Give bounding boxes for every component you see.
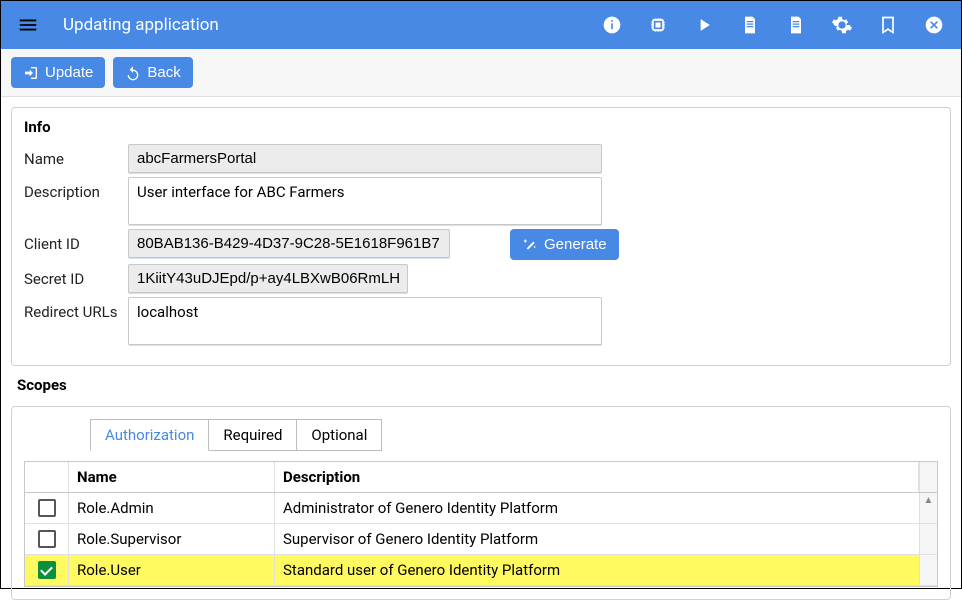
run-button[interactable] — [693, 14, 715, 36]
row-name: Role.Admin — [69, 493, 275, 523]
tab-authorization[interactable]: Authorization — [90, 419, 209, 451]
row-checkbox-cell — [25, 524, 69, 554]
close-button[interactable] — [923, 14, 945, 36]
login-icon — [23, 65, 39, 81]
play-icon — [694, 15, 714, 35]
gear-icon — [831, 14, 853, 36]
bookmark-button[interactable] — [877, 14, 899, 36]
settings-button[interactable] — [831, 14, 853, 36]
tab-required[interactable]: Required — [208, 419, 297, 451]
info-heading: Info — [24, 118, 938, 136]
secret-id-label: Secret ID — [24, 264, 128, 288]
chip-button[interactable] — [647, 14, 669, 36]
row-name: Role.Supervisor — [69, 524, 275, 554]
chip-icon — [648, 15, 668, 35]
name-field[interactable] — [128, 144, 602, 173]
generate-label: Generate — [544, 236, 607, 253]
close-icon — [924, 15, 944, 35]
row-checkbox-cell — [25, 555, 69, 585]
name-label: Name — [24, 144, 128, 168]
app-header: Updating application — [1, 1, 961, 49]
grid-scrollbar[interactable] — [919, 524, 937, 554]
back-icon — [125, 65, 141, 81]
header-toolbar — [601, 14, 945, 36]
col-check-header — [25, 462, 69, 492]
row-description: Administrator of Genero Identity Platfor… — [275, 493, 919, 523]
generate-button[interactable]: Generate — [510, 229, 619, 260]
grid-scrollbar-gutter — [919, 462, 937, 492]
bookmark-icon — [878, 15, 898, 35]
info-button[interactable] — [601, 14, 623, 36]
doc2-button[interactable] — [785, 14, 807, 36]
redirect-label: Redirect URLs — [24, 297, 128, 321]
scopes-tabs: Authorization Required Optional — [90, 419, 938, 451]
col-desc-header[interactable]: Description — [275, 462, 919, 492]
scopes-section: Scopes Authorization Required Optional N… — [1, 376, 961, 610]
grid-body: Role.AdminAdministrator of Genero Identi… — [25, 493, 937, 586]
doc1-button[interactable] — [739, 14, 761, 36]
document-icon — [740, 15, 760, 35]
scopes-grid: Name Description Role.AdminAdministrator… — [24, 461, 938, 587]
back-button[interactable]: Back — [113, 57, 192, 88]
redirect-field[interactable] — [128, 297, 602, 345]
secret-id-field[interactable] — [128, 264, 408, 293]
back-label: Back — [147, 64, 180, 81]
description-field[interactable] — [128, 177, 602, 225]
info-panel: Info Name Description Client ID Generate… — [11, 107, 951, 366]
table-row[interactable]: Role.UserStandard user of Genero Identit… — [25, 555, 937, 586]
grid-scrollbar[interactable]: ▲ — [919, 493, 937, 523]
page-title: Updating application — [63, 15, 601, 35]
col-name-header[interactable]: Name — [69, 462, 275, 492]
row-description: Supervisor of Genero Identity Platform — [275, 524, 919, 554]
info-icon — [602, 15, 622, 35]
hamburger-icon — [17, 14, 39, 36]
row-description: Standard user of Genero Identity Platfor… — [275, 555, 919, 585]
update-button[interactable]: Update — [11, 57, 105, 88]
update-label: Update — [45, 64, 93, 81]
grid-header: Name Description — [25, 462, 937, 493]
scopes-panel: Authorization Required Optional Name Des… — [11, 406, 951, 600]
menu-button[interactable] — [17, 14, 39, 36]
grid-scrollbar[interactable] — [919, 555, 937, 585]
row-checkbox-cell — [25, 493, 69, 523]
client-id-label: Client ID — [24, 229, 128, 253]
description-label: Description — [24, 177, 128, 201]
document-icon — [786, 15, 806, 35]
table-row[interactable]: Role.SupervisorSupervisor of Genero Iden… — [25, 524, 937, 555]
tab-optional[interactable]: Optional — [296, 419, 382, 451]
action-bar: Update Back — [1, 49, 961, 97]
row-checkbox[interactable] — [38, 499, 56, 517]
wand-icon — [522, 237, 538, 253]
row-checkbox[interactable] — [38, 530, 56, 548]
row-checkbox[interactable] — [38, 561, 56, 579]
scopes-heading: Scopes — [17, 376, 951, 394]
client-id-field[interactable] — [128, 229, 450, 258]
row-name: Role.User — [69, 555, 275, 585]
table-row[interactable]: Role.AdminAdministrator of Genero Identi… — [25, 493, 937, 524]
